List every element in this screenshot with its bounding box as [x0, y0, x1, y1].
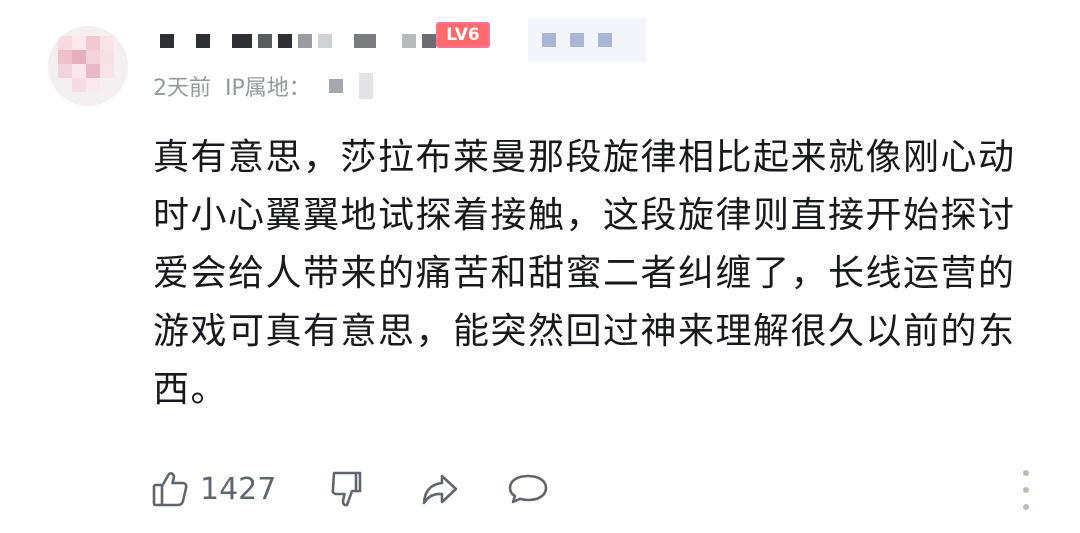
thumbs-down-icon [331, 471, 362, 507]
ip-location-label: IP属地： [225, 76, 311, 101]
level-badge: LV6 [436, 22, 490, 48]
comment-text: 真有意思，莎拉布莱曼那段旋律相比起来就像刚心动时小心翼翼地试探着接触，这段旋律则… [153, 137, 1016, 410]
comment-icon [509, 474, 548, 504]
thumbs-up-icon [152, 472, 188, 507]
like-button[interactable]: 1427 [150, 468, 276, 510]
share-icon [423, 474, 458, 505]
share-button[interactable] [418, 468, 462, 510]
fan-medal[interactable] [528, 18, 646, 62]
avatar[interactable] [48, 26, 128, 106]
comment-time: 2天前 [153, 76, 211, 101]
more-options-button[interactable] [1014, 470, 1038, 510]
reply-button[interactable] [506, 468, 550, 510]
like-count: 1427 [200, 471, 277, 507]
dislike-button[interactable] [328, 468, 370, 510]
more-icon [1023, 470, 1029, 476]
comment-meta: 2天前 IP属地： [153, 70, 373, 102]
ip-location-masked [328, 73, 373, 99]
username[interactable] [160, 30, 436, 52]
comment-actions: 1427 [150, 464, 550, 514]
